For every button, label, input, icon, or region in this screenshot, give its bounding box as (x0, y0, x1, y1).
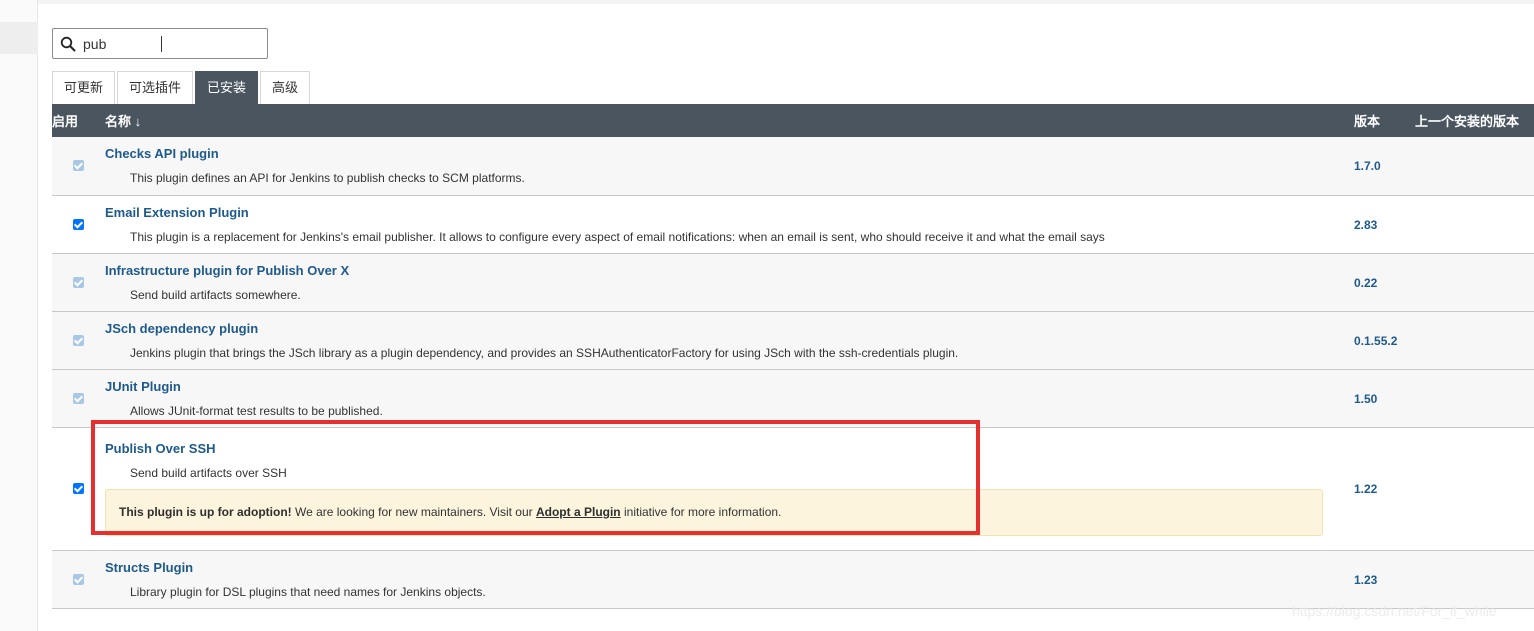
plugin-name-link[interactable]: JSch dependency plugin (105, 321, 1354, 336)
previous-version-cell (1415, 195, 1534, 253)
plugin-description: Send build artifacts over SSH (130, 466, 287, 480)
plugin-version-link[interactable]: 0.1.55.2 (1354, 334, 1397, 348)
plugin-version-link[interactable]: 1.23 (1354, 573, 1377, 587)
enable-cell (52, 311, 105, 369)
table-row: Checks API plugin This plugin defines an… (52, 137, 1534, 195)
left-sidebar-strip (0, 0, 38, 631)
plugin-description: Send build artifacts somewhere. (130, 287, 301, 302)
checkbox-icon[interactable] (73, 276, 84, 288)
plugin-info-cell: Infrastructure plugin for Publish Over X… (105, 253, 1354, 311)
plugin-info-cell: Structs Plugin Library plugin for DSL pl… (105, 550, 1354, 608)
installed-plugins-table: 启用 名称 ↓ 版本 上一个安装的版本 Checks API plugin Th… (52, 104, 1534, 609)
plugin-search-box[interactable] (52, 28, 268, 59)
sidebar-nub (0, 22, 38, 54)
plugin-version-link[interactable]: 1.22 (1354, 482, 1377, 496)
column-header-name[interactable]: 名称 ↓ (105, 104, 1354, 137)
column-header-version[interactable]: 版本 (1354, 104, 1415, 137)
enable-cell (52, 253, 105, 311)
enable-cell (52, 369, 105, 427)
table-row: JUnit Plugin Allows JUnit-format test re… (52, 369, 1534, 427)
previous-version-cell (1415, 137, 1534, 195)
adoption-notice: This plugin is up for adoption! We are l… (105, 489, 1323, 536)
search-input[interactable] (83, 33, 263, 54)
version-cell: 2.83 (1354, 195, 1415, 253)
previous-version-cell (1415, 253, 1534, 311)
watermark: https://blog.csdn.net/For_if_while (1292, 603, 1497, 619)
table-row: Email Extension Plugin This plugin is a … (52, 195, 1534, 253)
plugin-info-cell: JSch dependency plugin Jenkins plugin th… (105, 311, 1354, 369)
adoption-notice-text: We are looking for new maintainers. Visi… (291, 505, 536, 519)
checkbox-icon[interactable] (73, 218, 84, 230)
plugin-name-link[interactable]: Structs Plugin (105, 560, 1354, 575)
plugin-version-link[interactable]: 0.22 (1354, 276, 1377, 290)
checkbox-icon[interactable] (73, 392, 84, 404)
plugin-version-link[interactable]: 2.83 (1354, 218, 1377, 232)
plugin-info-cell: JUnit Plugin Allows JUnit-format test re… (105, 369, 1354, 427)
version-cell: 1.7.0 (1354, 137, 1415, 195)
tab-installed[interactable]: 已安装 (195, 71, 259, 104)
adoption-notice-title: This plugin is up for adoption! (119, 505, 292, 519)
tab-advanced[interactable]: 高级 (260, 71, 311, 104)
enable-cell (52, 195, 105, 253)
checkbox-icon[interactable] (73, 160, 84, 172)
table-header-row: 启用 名称 ↓ 版本 上一个安装的版本 (52, 104, 1534, 137)
plugin-manager-tabs: 可更新 可选插件 已安装 高级 (52, 71, 312, 104)
enable-cell (52, 137, 105, 195)
enable-cell (52, 427, 105, 550)
tab-updates[interactable]: 可更新 (52, 71, 116, 104)
plugin-name-link[interactable]: Publish Over SSH (105, 441, 1354, 456)
checkbox-icon[interactable] (73, 334, 84, 346)
previous-version-cell (1415, 369, 1534, 427)
plugin-description: Jenkins plugin that brings the JSch libr… (130, 345, 959, 360)
previous-version-cell (1415, 550, 1534, 608)
previous-version-cell (1415, 427, 1534, 550)
plugin-name-link[interactable]: JUnit Plugin (105, 379, 1354, 394)
checkbox-icon[interactable] (73, 483, 84, 494)
checkbox-icon[interactable] (73, 573, 84, 585)
plugin-name-link[interactable]: Email Extension Plugin (105, 205, 1354, 220)
plugin-description: This plugin defines an API for Jenkins t… (130, 171, 525, 186)
table-row: JSch dependency plugin Jenkins plugin th… (52, 311, 1534, 369)
table-row: Structs Plugin Library plugin for DSL pl… (52, 550, 1534, 608)
plugin-version-link[interactable]: 1.50 (1354, 392, 1377, 406)
column-header-previous-version[interactable]: 上一个安装的版本 (1415, 104, 1534, 137)
top-rule (38, 0, 1534, 4)
plugin-info-cell: Publish Over SSH Send build artifacts ov… (105, 427, 1354, 550)
version-cell: 1.23 (1354, 550, 1415, 608)
previous-version-cell (1415, 311, 1534, 369)
version-cell: 1.22 (1354, 427, 1415, 550)
plugin-description: Library plugin for DSL plugins that need… (130, 584, 486, 599)
search-icon (60, 36, 76, 52)
version-cell: 1.50 (1354, 369, 1415, 427)
text-caret (161, 36, 162, 52)
plugin-description: Allows JUnit-format test results to be p… (130, 403, 383, 418)
plugin-description: This plugin is a replacement for Jenkins… (130, 229, 1105, 244)
version-cell: 0.1.55.2 (1354, 311, 1415, 369)
adoption-notice-trailing-text: initiative for more information. (620, 505, 782, 519)
plugin-name-link[interactable]: Infrastructure plugin for Publish Over X (105, 263, 1354, 278)
column-header-enabled[interactable]: 启用 (52, 104, 105, 137)
version-cell: 0.22 (1354, 253, 1415, 311)
table-row: Infrastructure plugin for Publish Over X… (52, 253, 1534, 311)
enable-cell (52, 550, 105, 608)
plugin-version-link[interactable]: 1.7.0 (1354, 159, 1381, 173)
tab-available[interactable]: 可选插件 (117, 71, 194, 104)
plugin-info-cell: Email Extension Plugin This plugin is a … (105, 195, 1354, 253)
plugin-name-link[interactable]: Checks API plugin (105, 146, 1354, 161)
adopt-a-plugin-link[interactable]: Adopt a Plugin (536, 505, 621, 519)
plugin-info-cell: Checks API plugin This plugin defines an… (105, 137, 1354, 195)
table-row: Publish Over SSH Send build artifacts ov… (52, 427, 1534, 550)
